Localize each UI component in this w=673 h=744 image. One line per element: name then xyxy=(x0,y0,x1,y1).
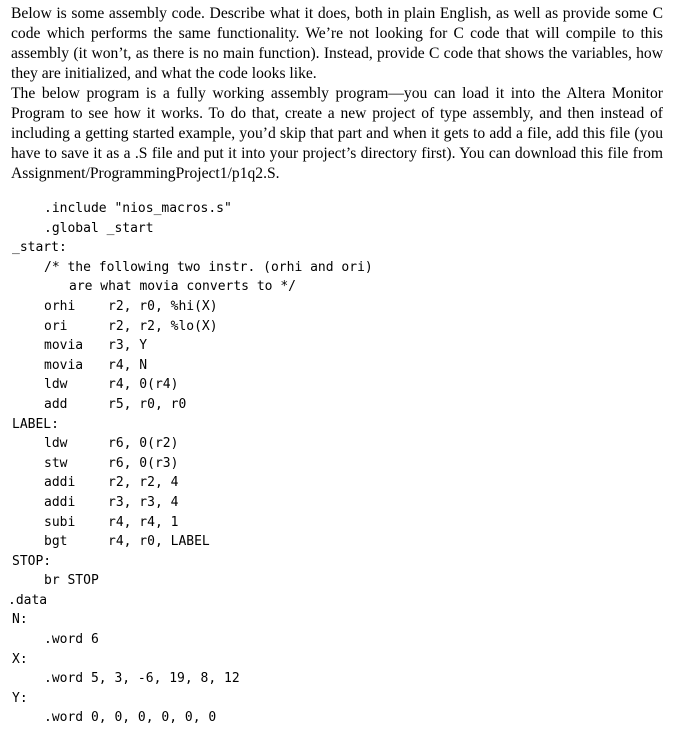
global-directive: .global _start xyxy=(44,220,154,236)
n-label: N: xyxy=(12,612,28,628)
operands: r2, r0, %hi(X) xyxy=(108,298,218,314)
operands: r4, r4, 1 xyxy=(108,514,179,530)
code-comment-line-1: /* the following two instr. (orhi and or… xyxy=(44,259,373,275)
operands: r3, r3, 4 xyxy=(108,494,179,510)
instruction-line: stw r6, 0(r3) xyxy=(0,454,373,474)
instruction-line: ori r2, r2, %lo(X) xyxy=(0,317,373,337)
y-word-data: .word 0, 0, 0, 0, 0, 0 xyxy=(44,710,217,726)
y-label: Y: xyxy=(12,690,28,706)
operands: r2, r2, %lo(X) xyxy=(108,318,218,334)
x-label: X: xyxy=(12,651,28,667)
instruction-line: subi r4, r4, 1 xyxy=(0,513,373,533)
operands: r3, Y xyxy=(108,338,148,354)
opcode: bgt xyxy=(44,534,68,550)
opcode: addi xyxy=(44,494,76,510)
data-directive: .data xyxy=(8,592,48,608)
start-label: _start: xyxy=(12,240,67,256)
opcode: orhi xyxy=(44,298,76,314)
operands: r4, r0, LABEL xyxy=(108,534,210,550)
operands: r2, r2, 4 xyxy=(108,475,179,491)
opcode: add xyxy=(44,396,68,412)
assignment-instructions: Below is some assembly code. Describe wh… xyxy=(11,4,663,184)
opcode: movia xyxy=(44,357,84,373)
operands: r4, N xyxy=(108,357,148,373)
instruction-line: bgt r4, r0, LABEL xyxy=(0,532,373,552)
opcode: ldw xyxy=(44,436,68,452)
opcode: stw xyxy=(44,455,68,471)
code-comment-line-2: are what movia converts to */ xyxy=(69,279,296,295)
x-word-data: .word 5, 3, -6, 19, 8, 12 xyxy=(44,671,240,687)
instruction-line: addi r2, r2, 4 xyxy=(0,473,373,493)
stop-label: STOP: xyxy=(12,553,52,569)
n-word-data: .word 6 xyxy=(44,632,99,648)
instruction-line: add r5, r0, r0 xyxy=(0,395,373,415)
operands: r6, 0(r3) xyxy=(108,455,179,471)
loop-label: LABEL: xyxy=(12,416,59,432)
instructions-paragraph-2: The below program is a fully working ass… xyxy=(11,85,663,182)
instruction-line: ldw r6, 0(r2) xyxy=(0,434,373,454)
instruction-line: movia r3, Y xyxy=(0,336,373,356)
opcode: movia xyxy=(44,338,84,354)
opcode: ldw xyxy=(44,377,68,393)
operands: r4, 0(r4) xyxy=(108,377,179,393)
instruction-line: orhi r2, r0, %hi(X) xyxy=(0,297,373,317)
opcode: ori xyxy=(44,318,68,334)
assembly-code-listing: .include "nios_macros.s" .global _start … xyxy=(0,199,373,728)
instructions-paragraph-1: Below is some assembly code. Describe wh… xyxy=(11,5,663,82)
operands: r6, 0(r2) xyxy=(108,436,179,452)
instruction-line: ldw r4, 0(r4) xyxy=(0,375,373,395)
operands: r5, r0, r0 xyxy=(108,396,187,412)
opcode: subi xyxy=(44,514,76,530)
opcode: addi xyxy=(44,475,76,491)
include-directive: .include "nios_macros.s" xyxy=(44,201,232,216)
instruction-line: movia r4, N xyxy=(0,356,373,376)
stop-branch-instruction: br STOP xyxy=(44,573,99,589)
instruction-line: addi r3, r3, 4 xyxy=(0,493,373,513)
